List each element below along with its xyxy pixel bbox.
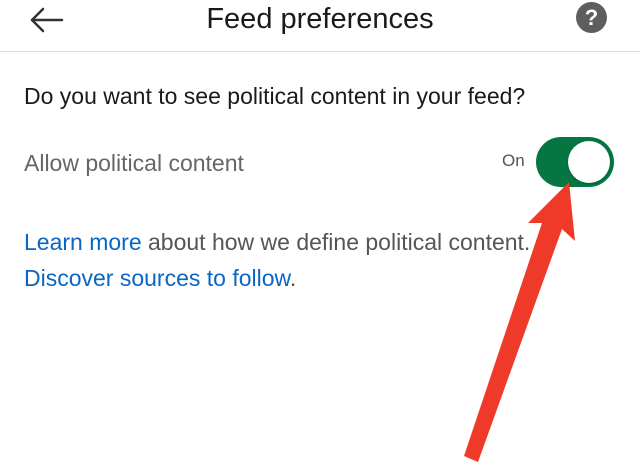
discover-suffix: .: [289, 265, 297, 291]
learn-more-link[interactable]: Learn more: [24, 229, 142, 255]
help-button[interactable]: ?: [576, 2, 607, 33]
setting-question: Do you want to see political content in …: [24, 83, 526, 109]
question-mark-icon: ?: [584, 5, 599, 30]
info-text: Learn more about how we define political…: [24, 224, 530, 296]
top-app-bar: Feed preferences ?: [0, 0, 640, 52]
toggle-state-label: On: [502, 151, 525, 170]
political-content-toggle[interactable]: [536, 137, 614, 187]
discover-sources-link[interactable]: Discover sources to follow: [24, 265, 290, 291]
learn-more-line: Learn more about how we define political…: [24, 224, 530, 260]
toggle-knob: [568, 141, 610, 183]
political-content-setting-row: Allow political content On: [0, 132, 640, 192]
page-title: Feed preferences: [206, 3, 434, 35]
learn-more-description: about how we define political content.: [141, 229, 531, 255]
discover-line: Discover sources to follow.: [24, 260, 530, 296]
setting-label: Allow political content: [24, 150, 244, 176]
